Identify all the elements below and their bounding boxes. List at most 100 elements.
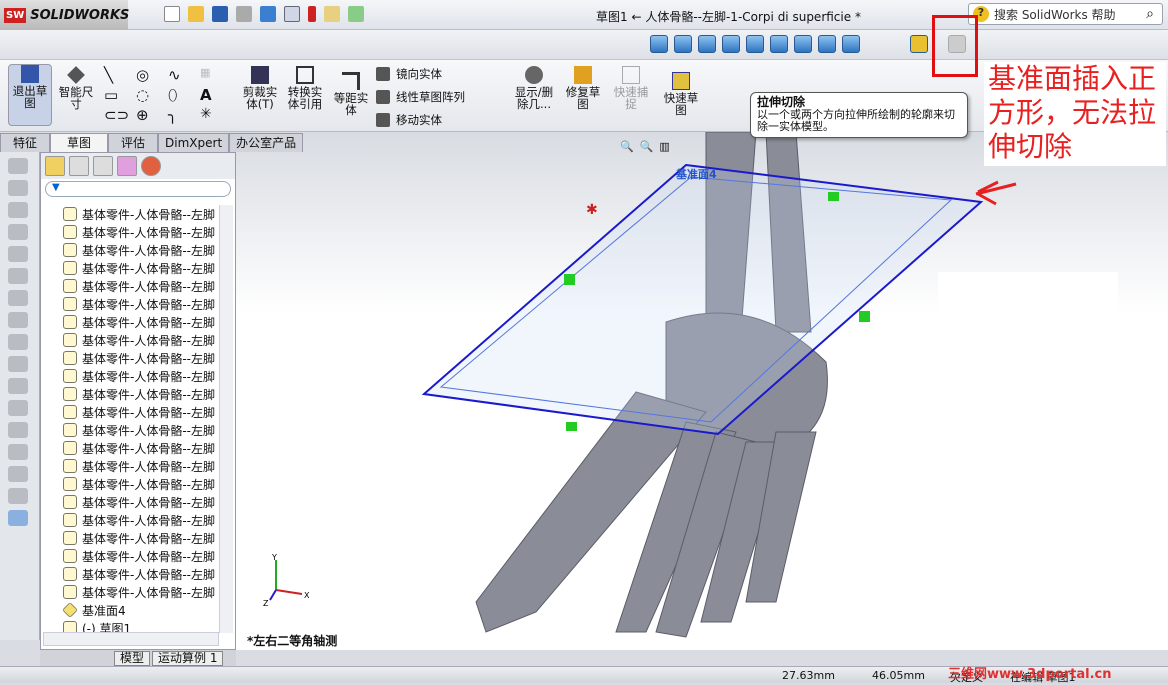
tool-icon[interactable]	[8, 158, 28, 174]
ellipse-icon[interactable]: ⬯	[168, 86, 200, 106]
undo-icon[interactable]	[260, 6, 276, 22]
filter-input[interactable]: ▼	[45, 181, 231, 197]
tree-item-part[interactable]: 基体零件-人体骨骼--左脚	[41, 367, 221, 385]
display-tab-icon[interactable]	[141, 156, 161, 176]
tool-icon[interactable]	[8, 510, 28, 526]
shaded-active-icon[interactable]	[842, 35, 860, 53]
display-delete-relations-button[interactable]: 显示/删除几...	[512, 66, 556, 110]
select-icon[interactable]	[284, 6, 300, 22]
search-input[interactable]: ? 搜索 SolidWorks 帮助 ⌕	[968, 3, 1163, 25]
tree-item-part[interactable]: 基体零件-人体骨骼--左脚	[41, 349, 221, 367]
tool-icon[interactable]	[8, 180, 28, 196]
tree-item-part[interactable]: 基体零件-人体骨骼--左脚	[41, 475, 221, 493]
tab-model[interactable]: 模型	[114, 650, 151, 666]
save-icon[interactable]	[212, 6, 228, 22]
polygon-icon[interactable]: ⊕	[136, 106, 168, 126]
spline-icon[interactable]: ∿	[168, 66, 200, 86]
convert-entities-button[interactable]: 转换实体引用	[284, 66, 326, 110]
dimxpert-tab-icon[interactable]	[117, 156, 137, 176]
tool-icon[interactable]	[8, 422, 28, 438]
horizontal-relation-icon[interactable]	[566, 422, 577, 431]
config-tab-icon[interactable]	[93, 156, 113, 176]
tree-vertical-scrollbar[interactable]	[219, 205, 233, 633]
tab-sketch[interactable]: 草图	[50, 133, 109, 152]
zoom-fit-icon[interactable]: 🔍	[620, 140, 634, 153]
sketch-square[interactable]	[421, 163, 984, 436]
tool-icon[interactable]	[8, 290, 28, 306]
new-icon[interactable]	[164, 6, 180, 22]
tab-motion-study[interactable]: 运动算例 1	[152, 650, 224, 666]
open-icon[interactable]	[188, 6, 204, 22]
tool-icon[interactable]	[8, 488, 28, 504]
mirror-entities-button[interactable]: 镜向实体	[376, 66, 442, 82]
view-front-icon[interactable]	[674, 35, 692, 53]
tool-icon[interactable]	[8, 246, 28, 262]
tool-icon[interactable]	[8, 268, 28, 284]
section-view-icon[interactable]: ▥	[659, 140, 669, 153]
view-right-icon[interactable]	[722, 35, 740, 53]
tab-office-products[interactable]: 办公室产品	[229, 133, 304, 152]
fillet-icon[interactable]: ╮	[168, 106, 200, 126]
arc-icon[interactable]: ◌	[136, 86, 168, 106]
tool-icon[interactable]	[8, 378, 28, 394]
smart-dimension-button[interactable]: 智能尺寸	[56, 66, 96, 110]
tree-item-part[interactable]: 基体零件-人体骨骼--左脚	[41, 241, 221, 259]
tool-icon[interactable]	[8, 356, 28, 372]
solidworks-logo[interactable]: SW SOLIDWORKS	[0, 0, 129, 30]
rectangle-icon[interactable]: ▭	[104, 86, 136, 106]
tree-item-part[interactable]: 基体零件-人体骨骼--左脚	[41, 385, 221, 403]
tool-icon[interactable]	[8, 202, 28, 218]
shaded-icon[interactable]	[794, 35, 812, 53]
tree-horizontal-scrollbar[interactable]	[43, 632, 219, 646]
tab-evaluate[interactable]: 评估	[108, 133, 159, 152]
point-icon[interactable]: ✳	[200, 106, 232, 126]
tree-item-part[interactable]: 基体零件-人体骨骼--左脚	[41, 313, 221, 331]
line-icon[interactable]: ╲	[104, 66, 136, 86]
exit-sketch-button[interactable]: 退出草图	[8, 64, 52, 126]
tree-item-part[interactable]: 基体零件-人体骨骼--左脚	[41, 439, 221, 457]
rapid-sketch-button[interactable]: 快速草图	[660, 72, 702, 116]
tool-icon[interactable]	[8, 224, 28, 240]
tree-item-part[interactable]: 基体零件-人体骨骼--左脚	[41, 421, 221, 439]
feature-tree-tab-icon[interactable]	[45, 156, 65, 176]
property-tab-icon[interactable]	[69, 156, 89, 176]
tool-icon[interactable]	[8, 466, 28, 482]
graphics-area[interactable]: 基准面4 ✱ Y X Z	[236, 131, 1168, 650]
parallel-relation-icon[interactable]	[859, 311, 870, 322]
tree-item-part[interactable]: 基体零件-人体骨骼--左脚	[41, 565, 221, 583]
offset-entities-button[interactable]: 等距实体	[330, 72, 372, 116]
tree-item-part[interactable]: 基体零件-人体骨骼--左脚	[41, 223, 221, 241]
circle-icon[interactable]: ◎	[136, 66, 168, 86]
text-icon[interactable]: A	[200, 86, 232, 106]
tab-features[interactable]: 特征	[0, 133, 51, 152]
horizontal-relation-icon[interactable]	[828, 192, 839, 201]
tree-item-part[interactable]: 基体零件-人体骨骼--左脚	[41, 403, 221, 421]
shaded-edges-icon[interactable]	[818, 35, 836, 53]
tool-icon[interactable]	[8, 312, 28, 328]
quick-snaps-button[interactable]: 快速捕捉	[612, 66, 650, 110]
tree-item-part[interactable]: 基体零件-人体骨骼--左脚	[41, 583, 221, 601]
view-top-icon[interactable]	[698, 35, 716, 53]
view-back-icon[interactable]	[746, 35, 764, 53]
options-icon[interactable]	[324, 6, 340, 22]
tool-icon[interactable]	[8, 400, 28, 416]
tab-dimxpert[interactable]: DimXpert	[158, 133, 230, 152]
tree-item-sketch[interactable]: (-) 草图1	[41, 619, 221, 633]
tree-item-part[interactable]: 基体零件-人体骨骼--左脚	[41, 457, 221, 475]
tree-item-part[interactable]: 基体零件-人体骨骼--左脚	[41, 529, 221, 547]
extruded-boss-icon[interactable]	[910, 35, 928, 53]
grid-icon[interactable]: ▦	[200, 66, 232, 86]
repair-sketch-button[interactable]: 修复草图	[562, 66, 604, 110]
file-properties-icon[interactable]	[348, 6, 364, 22]
tree-item-part[interactable]: 基体零件-人体骨骼--左脚	[41, 205, 221, 223]
view-isometric-icon[interactable]	[650, 35, 668, 53]
tree-item-part[interactable]: 基体零件-人体骨骼--左脚	[41, 277, 221, 295]
rebuild-icon[interactable]	[308, 6, 316, 22]
zoom-area-icon[interactable]: 🔍	[640, 140, 654, 153]
tree-item-plane[interactable]: 基准面4	[41, 601, 221, 619]
tree-item-part[interactable]: 基体零件-人体骨骼--左脚	[41, 295, 221, 313]
print-icon[interactable]	[236, 6, 252, 22]
tool-icon[interactable]	[8, 334, 28, 350]
slot-icon[interactable]: ⊂⊃	[104, 106, 136, 126]
linear-pattern-button[interactable]: 线性草图阵列	[376, 89, 465, 105]
